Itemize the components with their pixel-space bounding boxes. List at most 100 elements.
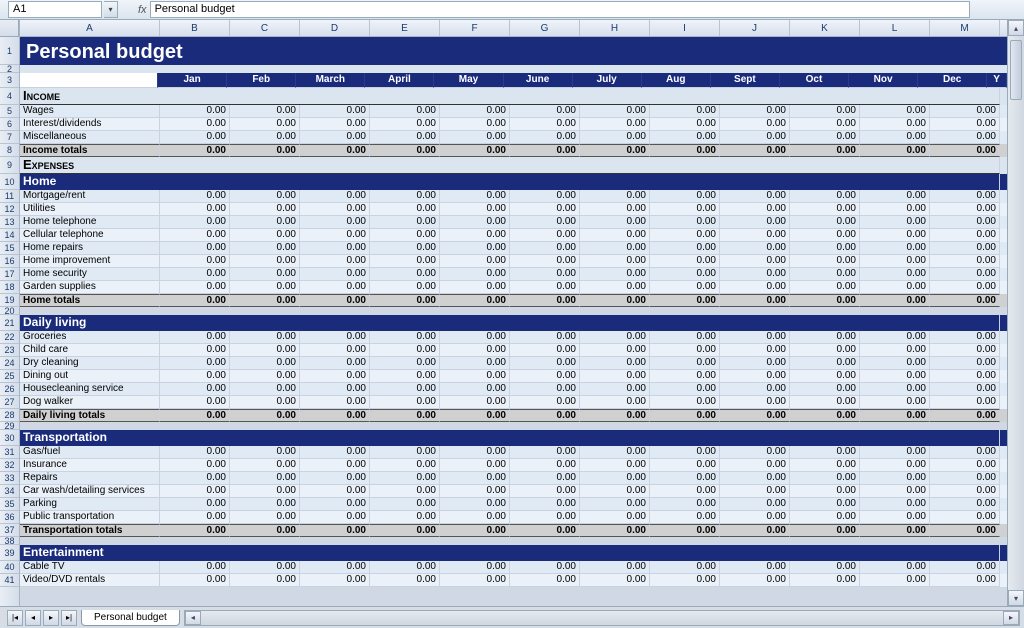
cell[interactable]: 0.00 [720, 216, 790, 229]
cell[interactable]: 0.00 [510, 294, 580, 307]
cell[interactable]: 0.00 [930, 105, 1000, 118]
cell[interactable]: 0.00 [580, 370, 650, 383]
cell[interactable]: 0.00 [790, 229, 860, 242]
row-header[interactable]: 39 [0, 545, 19, 561]
cell[interactable]: 0.00 [510, 268, 580, 281]
cell[interactable]: 0.00 [440, 144, 510, 157]
cell[interactable]: 0.00 [510, 105, 580, 118]
cell[interactable]: 0.00 [300, 561, 370, 574]
cell[interactable]: 0.00 [930, 255, 1000, 268]
col-header-B[interactable]: B [160, 20, 230, 36]
cell[interactable]: 0.00 [230, 396, 300, 409]
cell[interactable]: 0.00 [370, 409, 440, 422]
cell[interactable]: 0.00 [300, 511, 370, 524]
cell[interactable]: 0.00 [300, 370, 370, 383]
cell[interactable]: 0.00 [580, 255, 650, 268]
cell[interactable]: 0.00 [370, 216, 440, 229]
cell[interactable]: Parking [20, 498, 160, 511]
col-header-I[interactable]: I [650, 20, 720, 36]
cell[interactable]: 0.00 [230, 446, 300, 459]
cell[interactable]: 0.00 [230, 511, 300, 524]
cell[interactable]: 0.00 [300, 409, 370, 422]
cell[interactable]: 0.00 [440, 203, 510, 216]
row-header[interactable]: 6 [0, 118, 19, 131]
cell[interactable]: 0.00 [230, 144, 300, 157]
cell[interactable]: 0.00 [370, 242, 440, 255]
cell[interactable]: 0.00 [580, 268, 650, 281]
cell[interactable]: 0.00 [580, 574, 650, 587]
cell[interactable]: 0.00 [860, 216, 930, 229]
cell[interactable]: 0.00 [440, 190, 510, 203]
row-header[interactable]: 25 [0, 370, 19, 383]
cell[interactable]: 0.00 [440, 105, 510, 118]
cell[interactable]: 0.00 [790, 459, 860, 472]
cell[interactable]: July [573, 73, 642, 88]
cell[interactable]: Wages [20, 105, 160, 118]
cell[interactable]: 0.00 [860, 472, 930, 485]
cell[interactable]: Interest/dividends [20, 118, 160, 131]
cell[interactable]: Aug [642, 73, 711, 88]
cell[interactable]: 0.00 [230, 118, 300, 131]
cell[interactable]: 0.00 [160, 485, 230, 498]
scroll-up-button[interactable]: ▴ [1008, 20, 1024, 36]
cell[interactable]: 0.00 [790, 472, 860, 485]
cell[interactable]: 0.00 [860, 229, 930, 242]
cell[interactable]: 0.00 [720, 498, 790, 511]
cell[interactable]: 0.00 [370, 190, 440, 203]
cell[interactable]: 0.00 [300, 344, 370, 357]
cell[interactable]: 0.00 [720, 242, 790, 255]
cell[interactable]: 0.00 [860, 203, 930, 216]
cell[interactable]: 0.00 [300, 131, 370, 144]
cell[interactable]: 0.00 [370, 131, 440, 144]
cell[interactable]: 0.00 [650, 383, 720, 396]
cell[interactable]: 0.00 [720, 396, 790, 409]
cell[interactable]: 0.00 [860, 190, 930, 203]
cell[interactable]: 0.00 [230, 216, 300, 229]
cell[interactable]: 0.00 [650, 268, 720, 281]
cell[interactable]: 0.00 [860, 118, 930, 131]
col-header-H[interactable]: H [580, 20, 650, 36]
cell[interactable]: 0.00 [650, 294, 720, 307]
cell[interactable]: 0.00 [300, 105, 370, 118]
row-header[interactable]: 3 [0, 73, 19, 88]
cell[interactable]: 0.00 [370, 105, 440, 118]
cell[interactable]: 0.00 [790, 370, 860, 383]
section-header[interactable]: Income [20, 88, 1000, 105]
cell[interactable]: 0.00 [510, 357, 580, 370]
cell[interactable]: 0.00 [160, 459, 230, 472]
row-header[interactable]: 10 [0, 174, 19, 190]
cell[interactable]: 0.00 [370, 344, 440, 357]
cell[interactable]: 0.00 [580, 203, 650, 216]
cell[interactable]: 0.00 [790, 344, 860, 357]
cell[interactable]: 0.00 [230, 281, 300, 294]
cell[interactable]: 0.00 [370, 511, 440, 524]
cell[interactable]: 0.00 [160, 281, 230, 294]
cell[interactable]: 0.00 [930, 281, 1000, 294]
cell[interactable]: Cellular telephone [20, 229, 160, 242]
cell[interactable]: 0.00 [650, 203, 720, 216]
cell[interactable]: 0.00 [930, 561, 1000, 574]
cell[interactable]: 0.00 [720, 459, 790, 472]
cell[interactable]: 0.00 [300, 203, 370, 216]
row-header[interactable]: 27 [0, 396, 19, 409]
cell[interactable]: 0.00 [650, 255, 720, 268]
cell[interactable]: 0.00 [930, 294, 1000, 307]
cell[interactable]: 0.00 [160, 255, 230, 268]
cell[interactable]: Mortgage/rent [20, 190, 160, 203]
cell[interactable]: 0.00 [720, 105, 790, 118]
cell[interactable]: Home totals [20, 294, 160, 307]
cell[interactable]: 0.00 [650, 574, 720, 587]
cell[interactable]: 0.00 [720, 524, 790, 537]
cell[interactable]: 0.00 [580, 229, 650, 242]
row-header[interactable]: 23 [0, 344, 19, 357]
cell[interactable]: 0.00 [860, 511, 930, 524]
cell[interactable]: 0.00 [160, 242, 230, 255]
cell[interactable]: Home improvement [20, 255, 160, 268]
cell[interactable]: 0.00 [230, 255, 300, 268]
cell[interactable]: 0.00 [860, 281, 930, 294]
row-header[interactable]: 2 [0, 65, 19, 73]
cell[interactable]: 0.00 [230, 131, 300, 144]
cell[interactable]: 0.00 [300, 255, 370, 268]
cell[interactable]: 0.00 [160, 131, 230, 144]
cell[interactable]: 0.00 [510, 383, 580, 396]
